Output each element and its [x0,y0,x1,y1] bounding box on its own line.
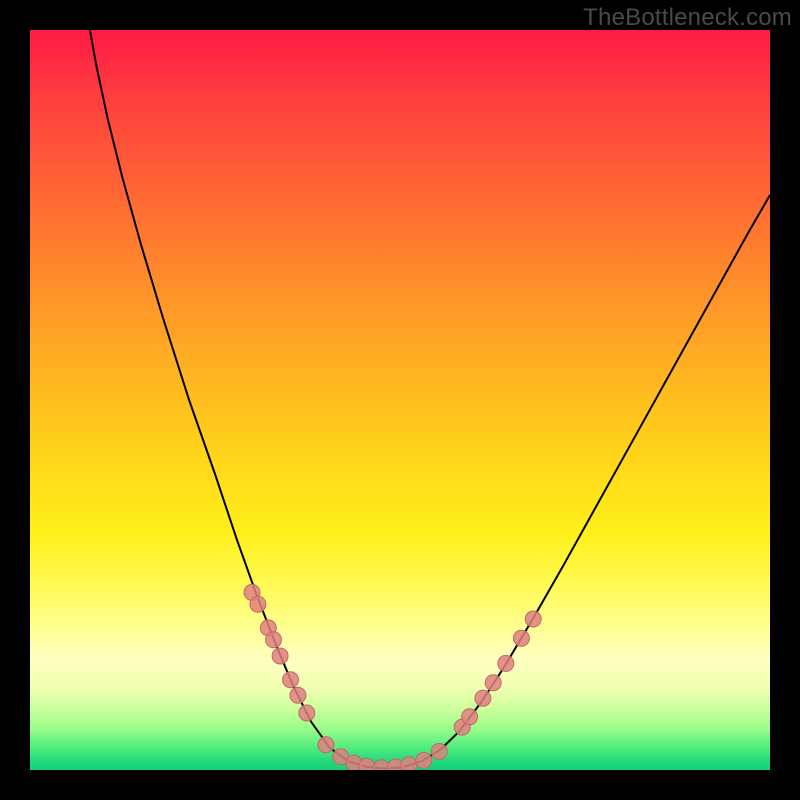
data-marker [299,705,315,721]
data-marker [475,690,491,706]
data-marker [266,632,282,648]
data-marker [462,709,478,725]
chart-svg [30,30,770,770]
curve-line [90,30,770,769]
data-marker [318,737,334,753]
data-marker [401,757,417,770]
data-marker [525,611,541,627]
chart-frame: TheBottleneck.com [0,0,800,800]
data-marker [513,630,529,646]
curve-markers [244,584,541,770]
data-marker [485,675,501,691]
data-marker [272,648,288,664]
data-marker [250,596,266,612]
data-marker [431,744,447,760]
bottleneck-curve [90,30,770,769]
data-marker [498,655,514,671]
data-marker [359,758,375,770]
plot-area [30,30,770,770]
data-marker [374,760,390,770]
data-marker [283,672,299,688]
watermark-label: TheBottleneck.com [583,4,792,32]
data-marker [416,752,432,768]
data-marker [290,687,306,703]
